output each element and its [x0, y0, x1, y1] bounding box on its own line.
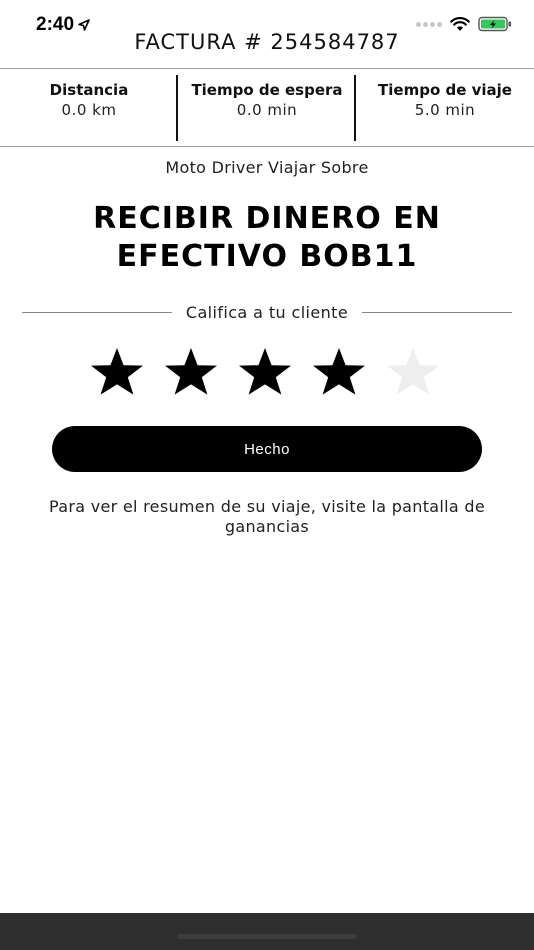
stat-label: Tiempo de espera — [191, 81, 343, 99]
stat-trip-time: Tiempo de viaje 5.0 min — [356, 69, 534, 146]
stat-wait-time: Tiempo de espera 0.0 min — [178, 69, 356, 146]
stat-value: 0.0 km — [61, 101, 117, 119]
rate-label: Califica a tu cliente — [185, 302, 349, 322]
service-label: Moto Driver Viajar Sobre — [165, 158, 369, 177]
star-icon[interactable] — [162, 346, 220, 396]
stat-distance: Distancia 0.0 km — [0, 69, 178, 146]
bottom-bar — [0, 913, 534, 950]
earnings-info-text: Para ver el resumen de su viaje, visite … — [49, 497, 485, 536]
rating-stars — [88, 346, 442, 396]
star-icon[interactable] — [310, 346, 368, 396]
signal-dots-icon — [416, 21, 442, 27]
star-icon[interactable] — [384, 346, 442, 396]
stat-label: Tiempo de viaje — [378, 81, 512, 99]
payment-headline: RECIBIR DINERO EN EFECTIVO BOB11 — [93, 201, 441, 274]
trip-stats: Distancia 0.0 km Tiempo de espera 0.0 mi… — [0, 68, 534, 147]
stat-label: Distancia — [49, 81, 129, 99]
stat-value: 0.0 min — [236, 101, 298, 119]
home-indicator — [177, 934, 357, 939]
divider — [362, 311, 512, 313]
stat-value: 5.0 min — [414, 101, 476, 119]
divider — [22, 311, 172, 313]
rate-section: Califica a tu cliente — [22, 300, 512, 324]
star-icon[interactable] — [88, 346, 146, 396]
star-icon[interactable] — [236, 346, 294, 396]
page-title: FACTURA # 254584787 — [134, 30, 400, 54]
done-button[interactable]: Hecho — [52, 426, 482, 472]
